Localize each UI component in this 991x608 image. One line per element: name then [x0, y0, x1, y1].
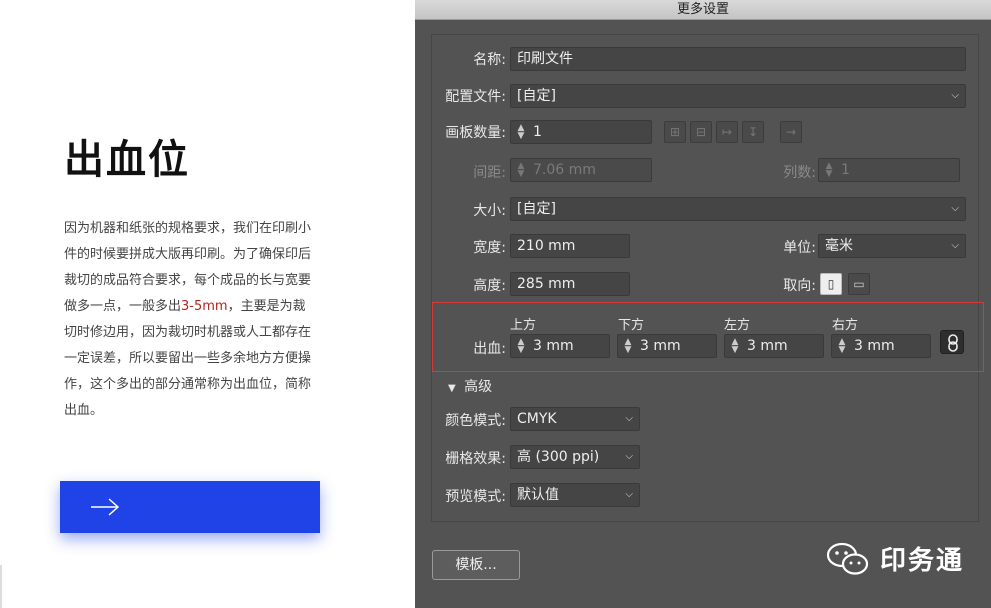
triangle-down-icon: ▼ — [448, 383, 456, 394]
bleed-left-value: 3 mm — [747, 338, 788, 354]
bleed-right-label: 右方 — [832, 318, 859, 333]
article-body-highlight: 3-5mm — [181, 299, 228, 314]
profile-label: 配置文件: — [445, 89, 506, 105]
stepper-arrows-icon[interactable]: ▲ ▼ — [622, 338, 634, 355]
stepper-arrows-icon[interactable]: ▲ ▼ — [729, 338, 741, 355]
raster-effects-value: 高 (300 ppi) — [517, 449, 600, 465]
link-bleed-button[interactable] — [940, 330, 964, 354]
orientation-label: 取向: — [783, 278, 816, 294]
arrange-by-row-icon[interactable]: ↦ — [716, 121, 738, 143]
size-value: [自定] — [517, 201, 556, 217]
bleed-bottom-stepper[interactable]: ▲ ▼ 3 mm — [617, 334, 717, 358]
stepper-arrows-icon[interactable]: ▲ ▼ — [515, 162, 527, 179]
bleed-top-value: 3 mm — [533, 338, 574, 354]
columns-stepper[interactable]: ▲ ▼ 1 — [818, 158, 960, 182]
color-mode-label: 颜色模式: — [445, 413, 506, 429]
article-title: 出血位 — [64, 137, 190, 183]
wechat-icon — [826, 542, 869, 575]
watermark-text: 印务通 — [880, 546, 965, 576]
bleed-left-label: 左方 — [724, 318, 751, 333]
arrange-by-column-icon[interactable]: ↧ — [742, 121, 764, 143]
spacing-label: 间距: — [473, 165, 506, 181]
units-label: 单位: — [783, 240, 816, 256]
artboards-stepper[interactable]: ▲ ▼ 1 — [510, 120, 652, 144]
columns-label: 列数: — [783, 165, 816, 181]
spacing-stepper[interactable]: ▲ ▼ 7.06 mm — [510, 158, 652, 182]
height-label: 高度: — [473, 278, 506, 294]
advanced-toggle[interactable]: ▼ 高级 — [448, 376, 492, 396]
bleed-bottom-value: 3 mm — [640, 338, 681, 354]
stepper-arrows-icon[interactable]: ▲ ▼ — [515, 124, 527, 141]
next-button[interactable] — [60, 481, 320, 533]
height-input[interactable]: 285 mm — [510, 272, 630, 296]
chevron-down-icon: ⌵ — [625, 413, 633, 424]
article-panel: 出血位 因为机器和纸张的规格要求，我们在印刷小件的时候要拼成大版再印刷。为了确保… — [0, 0, 415, 608]
link-icon — [948, 334, 958, 352]
width-input[interactable]: 210 mm — [510, 234, 630, 258]
color-mode-value: CMYK — [517, 411, 557, 427]
divider — [0, 565, 2, 608]
bleed-label: 出血: — [473, 341, 506, 357]
artboards-label: 画板数量: — [445, 125, 506, 141]
advanced-label: 高级 — [464, 379, 493, 395]
chevron-down-icon: ⌵ — [625, 489, 633, 500]
units-select[interactable]: 毫米 ⌵ — [818, 234, 966, 258]
grid-by-row-icon[interactable]: ⊞ — [664, 121, 686, 143]
bleed-right-stepper[interactable]: ▲ ▼ 3 mm — [831, 334, 931, 358]
landscape-icon[interactable]: ▭ — [848, 273, 870, 295]
name-input[interactable]: 印刷文件 — [510, 47, 966, 71]
chevron-down-icon: ⌵ — [951, 240, 959, 251]
right-to-left-icon[interactable]: → — [780, 121, 802, 143]
grid-by-column-icon[interactable]: ⊟ — [690, 121, 712, 143]
dialog-title: 更多设置 — [415, 0, 991, 20]
bleed-top-stepper[interactable]: ▲ ▼ 3 mm — [510, 334, 610, 358]
bleed-top-label: 上方 — [510, 318, 537, 333]
article-body: 因为机器和纸张的规格要求，我们在印刷小件的时候要拼成大版再印刷。为了确保印后裁切… — [64, 216, 314, 424]
stepper-arrows-icon[interactable]: ▲ ▼ — [823, 162, 835, 179]
stepper-arrows-icon[interactable]: ▲ ▼ — [836, 338, 848, 355]
name-label: 名称: — [473, 52, 506, 68]
artboards-value: 1 — [533, 124, 542, 140]
size-select[interactable]: [自定] ⌵ — [510, 197, 966, 221]
units-value: 毫米 — [825, 238, 853, 254]
profile-select[interactable]: [自定] ⌵ — [510, 84, 966, 108]
preview-mode-label: 预览模式: — [445, 489, 506, 505]
bleed-left-stepper[interactable]: ▲ ▼ 3 mm — [724, 334, 824, 358]
stepper-arrows-icon[interactable]: ▲ ▼ — [515, 338, 527, 355]
raster-effects-select[interactable]: 高 (300 ppi) ⌵ — [510, 445, 640, 469]
color-mode-select[interactable]: CMYK ⌵ — [510, 407, 640, 431]
arrow-right-icon — [91, 498, 120, 516]
chevron-down-icon: ⌵ — [625, 451, 633, 462]
spacing-value: 7.06 mm — [533, 162, 596, 178]
columns-value: 1 — [841, 162, 850, 178]
chevron-down-icon: ⌵ — [951, 203, 959, 214]
template-button[interactable]: 模板... — [432, 550, 520, 580]
watermark: 印务通 — [826, 540, 964, 577]
bleed-right-value: 3 mm — [854, 338, 895, 354]
width-label: 宽度: — [473, 240, 506, 256]
raster-effects-label: 栅格效果: — [445, 451, 506, 467]
chevron-down-icon: ⌵ — [951, 90, 959, 101]
bleed-bottom-label: 下方 — [618, 318, 645, 333]
preview-mode-value: 默认值 — [517, 487, 559, 503]
preview-mode-select[interactable]: 默认值 ⌵ — [510, 483, 640, 507]
size-label: 大小: — [473, 203, 506, 219]
article-body-text-2: ，主要是为裁切时修边用，因为裁切时机器或人工都存在一定误差，所以要留出一些多余地… — [64, 299, 312, 418]
portrait-icon[interactable]: ▯ — [820, 273, 842, 295]
profile-value: [自定] — [517, 88, 556, 104]
